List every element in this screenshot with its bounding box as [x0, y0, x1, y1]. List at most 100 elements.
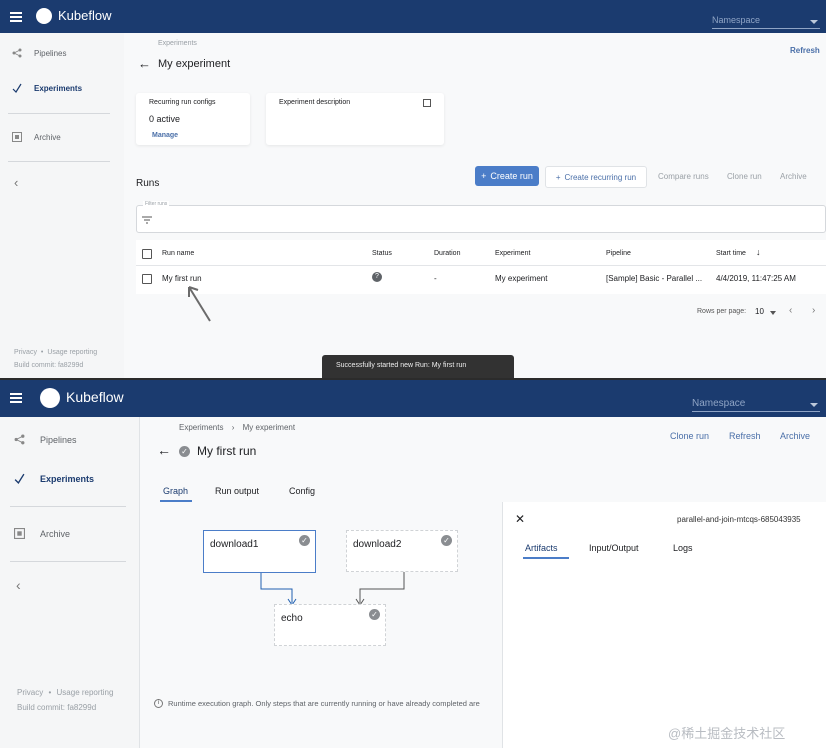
menu-icon[interactable] — [10, 393, 22, 403]
graph-footnote: Runtime execution graph. Only steps that… — [168, 699, 480, 708]
archive-button[interactable]: Archive — [780, 172, 807, 181]
chevron-down-icon[interactable] — [770, 311, 776, 315]
namespace-select[interactable]: Namespace — [692, 398, 820, 412]
experiment-view-screenshot: Kubeflow Namespace Pipelines Experiments… — [0, 0, 826, 379]
column-header-status[interactable]: Status — [372, 250, 392, 257]
graph-edges — [260, 572, 405, 606]
tab-run-output[interactable]: Run output — [215, 486, 259, 496]
sidebar-item-archive[interactable]: Archive — [12, 132, 61, 142]
back-arrow-icon[interactable]: ← — [157, 442, 171, 458]
node-label: download2 — [353, 539, 402, 550]
sort-arrow-icon[interactable]: ↓ — [756, 247, 761, 257]
sidebar-item-archive[interactable]: Archive — [14, 528, 70, 539]
run-name-link[interactable]: My first run — [162, 274, 202, 283]
rows-per-page-label: Rows per page: — [697, 308, 747, 315]
next-page-icon[interactable]: › — [812, 305, 815, 316]
node-id: parallel-and-join-mtcqs-685043935 — [677, 515, 801, 524]
tab-logs[interactable]: Logs — [673, 543, 693, 553]
usage-reporting-link[interactable]: Usage reporting — [57, 688, 114, 697]
node-label: echo — [281, 613, 303, 624]
breadcrumb[interactable]: Experiments — [158, 40, 197, 47]
archive-button[interactable]: Archive — [780, 431, 810, 441]
menu-icon[interactable] — [10, 12, 22, 22]
table-row[interactable]: My first run ? - My experiment [Sample] … — [136, 266, 826, 293]
compare-runs-button[interactable]: Compare runs — [658, 172, 709, 181]
recurring-count: 0 active — [149, 114, 181, 124]
breadcrumb-experiments[interactable]: Experiments — [179, 423, 223, 432]
active-tab-indicator — [160, 500, 192, 502]
archive-icon — [14, 528, 25, 539]
previous-page-icon[interactable]: ‹ — [789, 305, 792, 316]
page-title: My experiment — [158, 58, 231, 70]
rows-per-page-select[interactable]: 10 — [755, 307, 764, 316]
watermark: @稀土掘金技术社区 — [668, 726, 786, 741]
graph-node-download1[interactable]: download1 ✓ — [203, 530, 316, 573]
archive-icon — [12, 132, 22, 142]
sidebar-item-experiments[interactable]: Experiments — [14, 473, 94, 484]
sidebar-footer: Privacy • Usage reporting — [14, 349, 97, 356]
plus-icon: + — [555, 172, 561, 182]
tab-graph[interactable]: Graph — [163, 486, 188, 496]
collapse-icon[interactable]: ‹ — [14, 175, 18, 190]
status-success-icon: ✓ — [179, 446, 190, 457]
clone-run-button[interactable]: Clone run — [670, 431, 709, 441]
app-header: Kubeflow Namespace — [0, 379, 826, 417]
kubeflow-logo-icon — [40, 388, 60, 408]
kubeflow-logo-icon — [36, 8, 52, 24]
column-header-pipeline[interactable]: Pipeline — [606, 250, 631, 257]
expand-icon[interactable] — [423, 99, 431, 107]
sidebar-item-pipelines[interactable]: Pipelines — [12, 48, 66, 58]
privacy-link[interactable]: Privacy — [14, 349, 37, 356]
column-header-run-name[interactable]: Run name — [162, 250, 194, 257]
card-title: Recurring run configs — [149, 99, 216, 106]
active-tab-indicator — [523, 557, 569, 559]
refresh-button[interactable]: Refresh — [729, 431, 761, 441]
breadcrumb-experiment[interactable]: My experiment — [243, 423, 295, 432]
pipelines-icon — [14, 434, 25, 445]
close-icon[interactable]: ✕ — [515, 512, 525, 526]
refresh-button[interactable]: Refresh — [790, 46, 820, 55]
back-arrow-icon[interactable]: ← — [138, 56, 151, 71]
brand-name: Kubeflow — [66, 389, 124, 405]
create-recurring-run-button[interactable]: + Create recurring run — [545, 166, 647, 188]
pipeline-cell[interactable]: [Sample] Basic - Parallel ... — [606, 274, 702, 283]
experiment-cell[interactable]: My experiment — [495, 274, 547, 283]
create-run-button[interactable]: + Create run — [475, 166, 539, 186]
filter-input[interactable]: Filter runs — [136, 201, 826, 233]
clone-run-button[interactable]: Clone run — [727, 172, 762, 181]
graph-node-echo[interactable]: echo ✓ — [274, 604, 386, 646]
row-checkbox[interactable] — [142, 274, 152, 284]
sidebar-item-label: Experiments — [34, 83, 83, 93]
usage-reporting-link[interactable]: Usage reporting — [47, 349, 97, 356]
run-view-screenshot: Kubeflow Namespace Pipelines Experiments… — [0, 379, 826, 748]
sidebar-item-pipelines[interactable]: Pipelines — [14, 434, 77, 445]
privacy-link[interactable]: Privacy — [17, 688, 43, 697]
start-time-cell: 4/4/2019, 11:47:25 AM — [716, 274, 796, 283]
recurring-runs-card: Recurring run configs 0 active Manage — [136, 93, 250, 145]
snackbar: Successfully started new Run: My first r… — [322, 355, 514, 379]
namespace-select[interactable]: Namespace — [712, 15, 820, 29]
column-header-start-time[interactable]: Start time — [716, 250, 746, 257]
manage-link[interactable]: Manage — [152, 132, 178, 139]
breadcrumb: Experiments › My experiment — [179, 423, 295, 432]
divider — [8, 113, 110, 114]
tab-artifacts[interactable]: Artifacts — [525, 543, 558, 553]
select-all-checkbox[interactable] — [142, 249, 152, 259]
divider — [10, 561, 126, 562]
collapse-icon[interactable]: ‹ — [16, 577, 21, 593]
experiment-description-card: Experiment description — [266, 93, 444, 145]
sidebar-item-experiments[interactable]: Experiments — [12, 83, 82, 93]
graph-node-download2[interactable]: download2 ✓ — [346, 530, 458, 572]
build-commit: Build commit: fa8299d — [17, 703, 97, 712]
status-unknown-icon: ? — [372, 272, 382, 282]
checkmark-icon: ✓ — [369, 609, 380, 620]
tab-config[interactable]: Config — [289, 486, 315, 496]
node-details-panel: ✕ parallel-and-join-mtcqs-685043935 Arti… — [502, 502, 826, 748]
snackbar-message: Successfully started new Run: My first r… — [336, 362, 467, 369]
column-header-experiment[interactable]: Experiment — [495, 250, 530, 257]
column-header-duration[interactable]: Duration — [434, 250, 460, 257]
sidebar-footer: Privacy • Usage reporting — [17, 688, 113, 697]
runs-heading: Runs — [136, 178, 160, 189]
tab-input-output[interactable]: Input/Output — [589, 543, 639, 553]
sidebar-item-label: Pipelines — [34, 48, 67, 58]
